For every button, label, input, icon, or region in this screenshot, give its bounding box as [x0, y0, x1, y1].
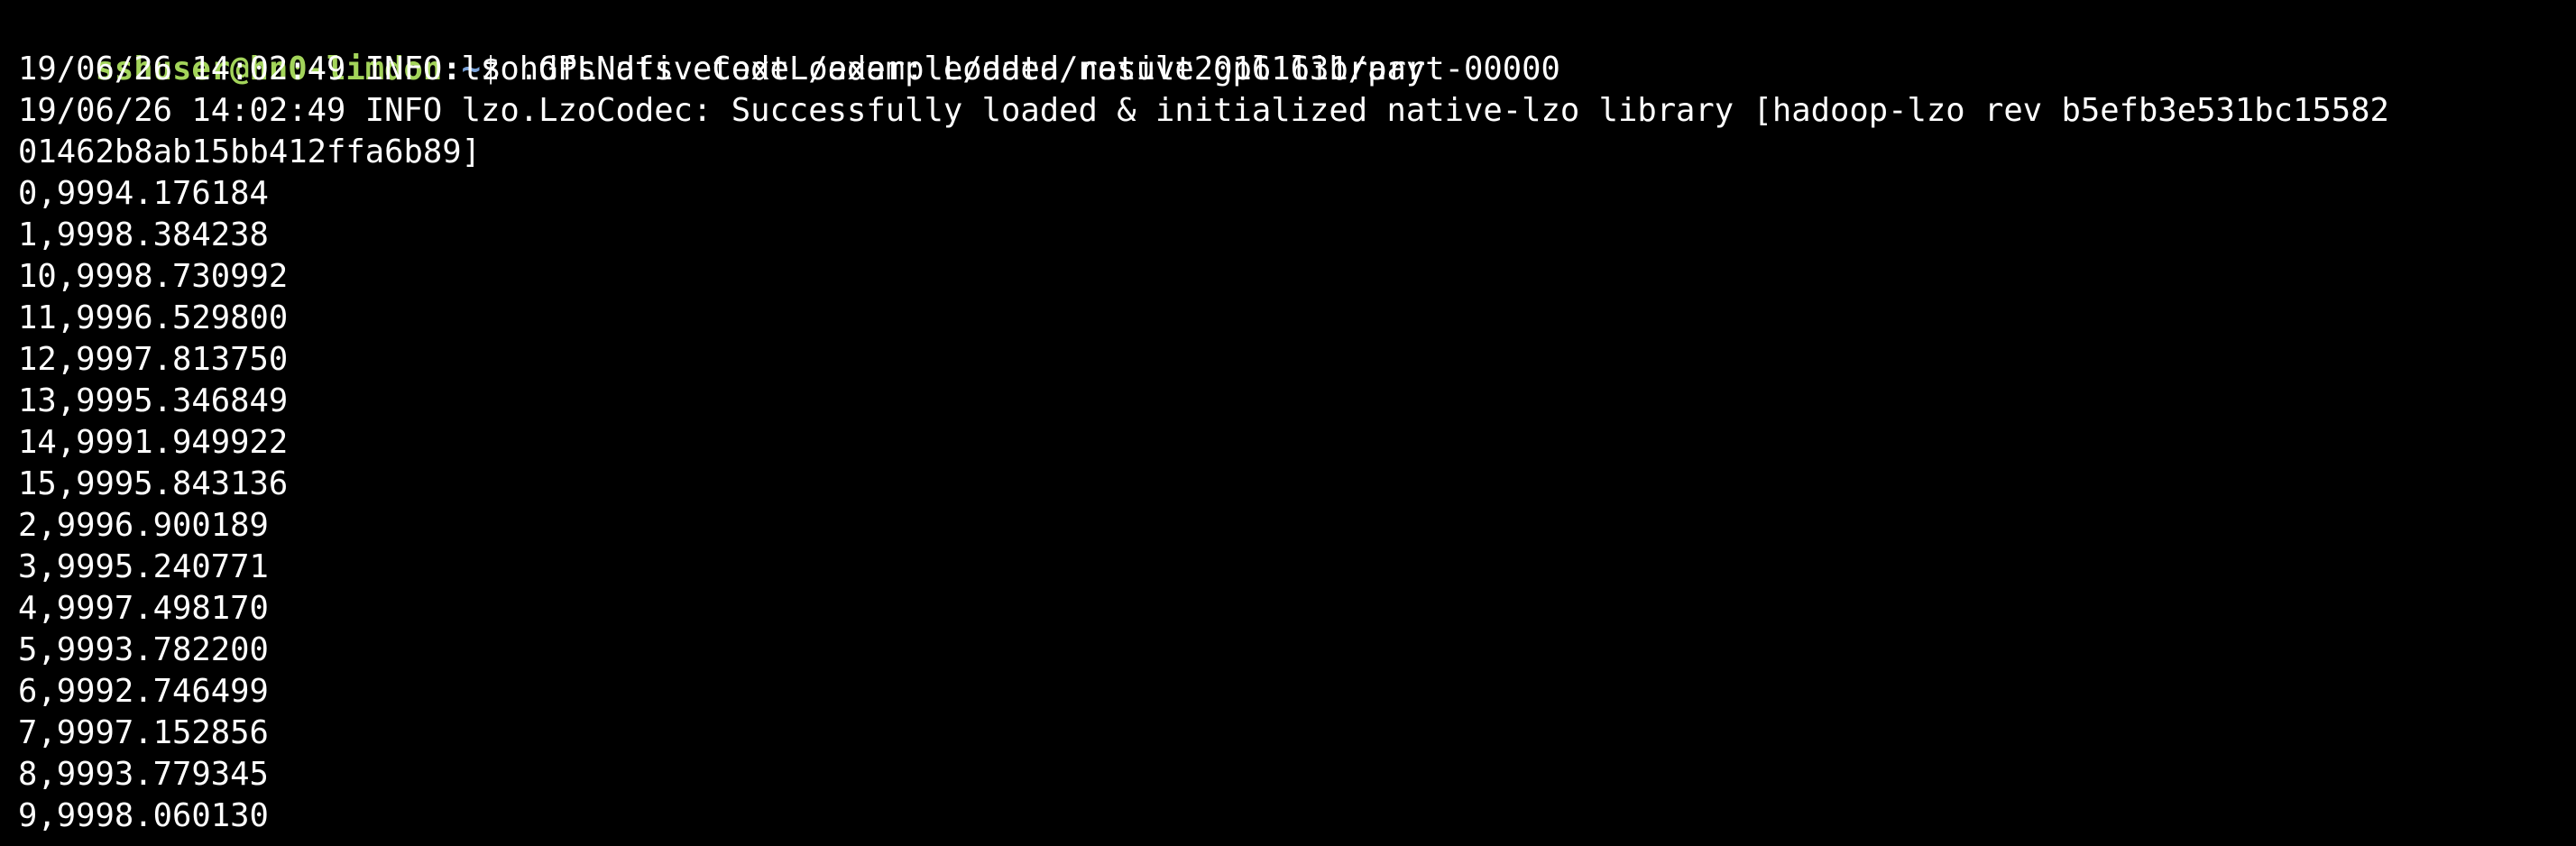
log-line: 19/06/26 14:02:49 INFO lzo.GPLNativeCode… — [18, 51, 1426, 87]
output-row: 1,9998.384238 — [18, 216, 269, 253]
output-row: 7,9997.152856 — [18, 714, 269, 751]
log-line: 19/06/26 14:02:49 INFO lzo.LzoCodec: Suc… — [18, 92, 2389, 129]
output-row: 10,9998.730992 — [18, 258, 289, 295]
output-row: 13,9995.346849 — [18, 382, 289, 419]
output-row: 2,9996.900189 — [18, 507, 269, 544]
output-row: 15,9995.843136 — [18, 465, 289, 502]
output-row: 3,9995.240771 — [18, 548, 269, 585]
output-row: 9,9998.060130 — [18, 797, 269, 834]
output-row: 6,9992.746499 — [18, 673, 269, 710]
terminal-window[interactable]: sshuser@hn0-limdon:~$ hdfs dfs -text /ex… — [0, 0, 2576, 846]
output-row: 5,9993.782200 — [18, 631, 269, 668]
output-row: 12,9997.813750 — [18, 341, 289, 378]
output-row: 8,9993.779345 — [18, 756, 269, 793]
output-row: 11,9996.529800 — [18, 299, 289, 336]
output-row: 0,9994.176184 — [18, 175, 269, 212]
prompt-line: sshuser@hn0-limdon:~$ hdfs dfs -text /ex… — [18, 7, 1560, 87]
output-row: 14,9991.949922 — [18, 424, 289, 461]
output-row: 4,9997.498170 — [18, 590, 269, 627]
log-line: 01462b8ab15bb412ffa6b89] — [18, 133, 481, 170]
